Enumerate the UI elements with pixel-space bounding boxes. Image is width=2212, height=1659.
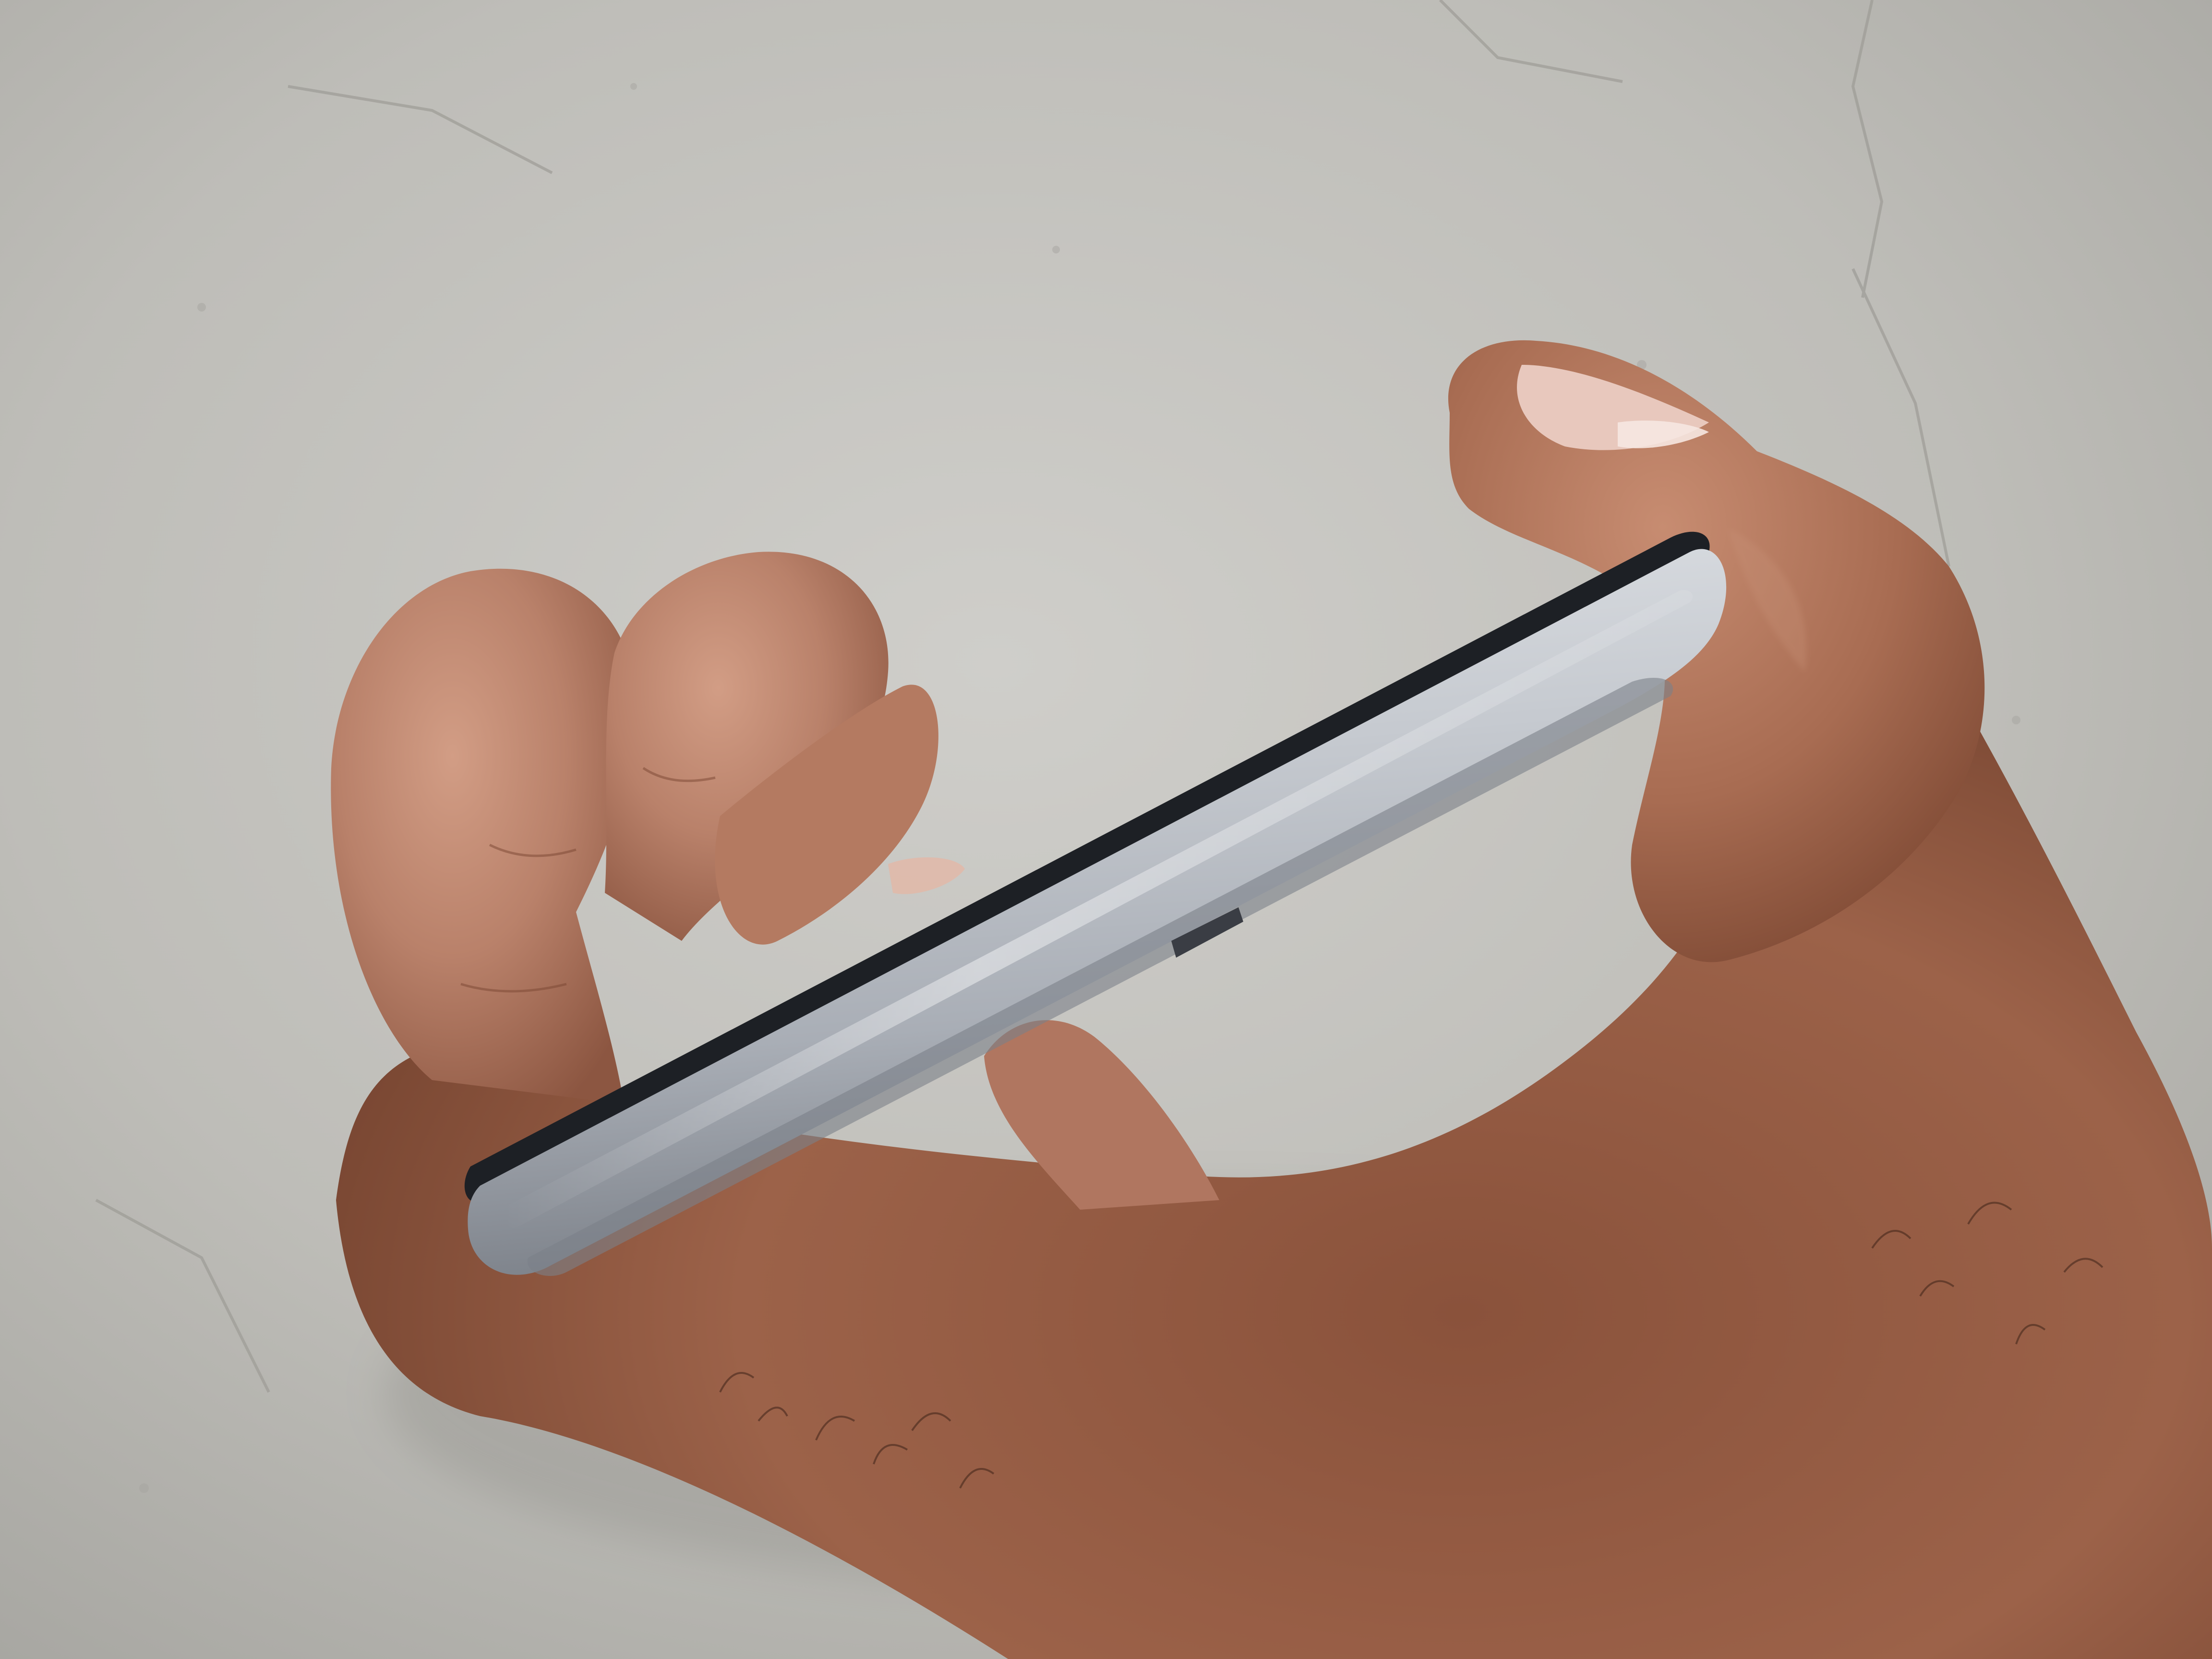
photo-illustration <box>0 0 2212 1659</box>
photo-scene <box>0 0 2212 1659</box>
